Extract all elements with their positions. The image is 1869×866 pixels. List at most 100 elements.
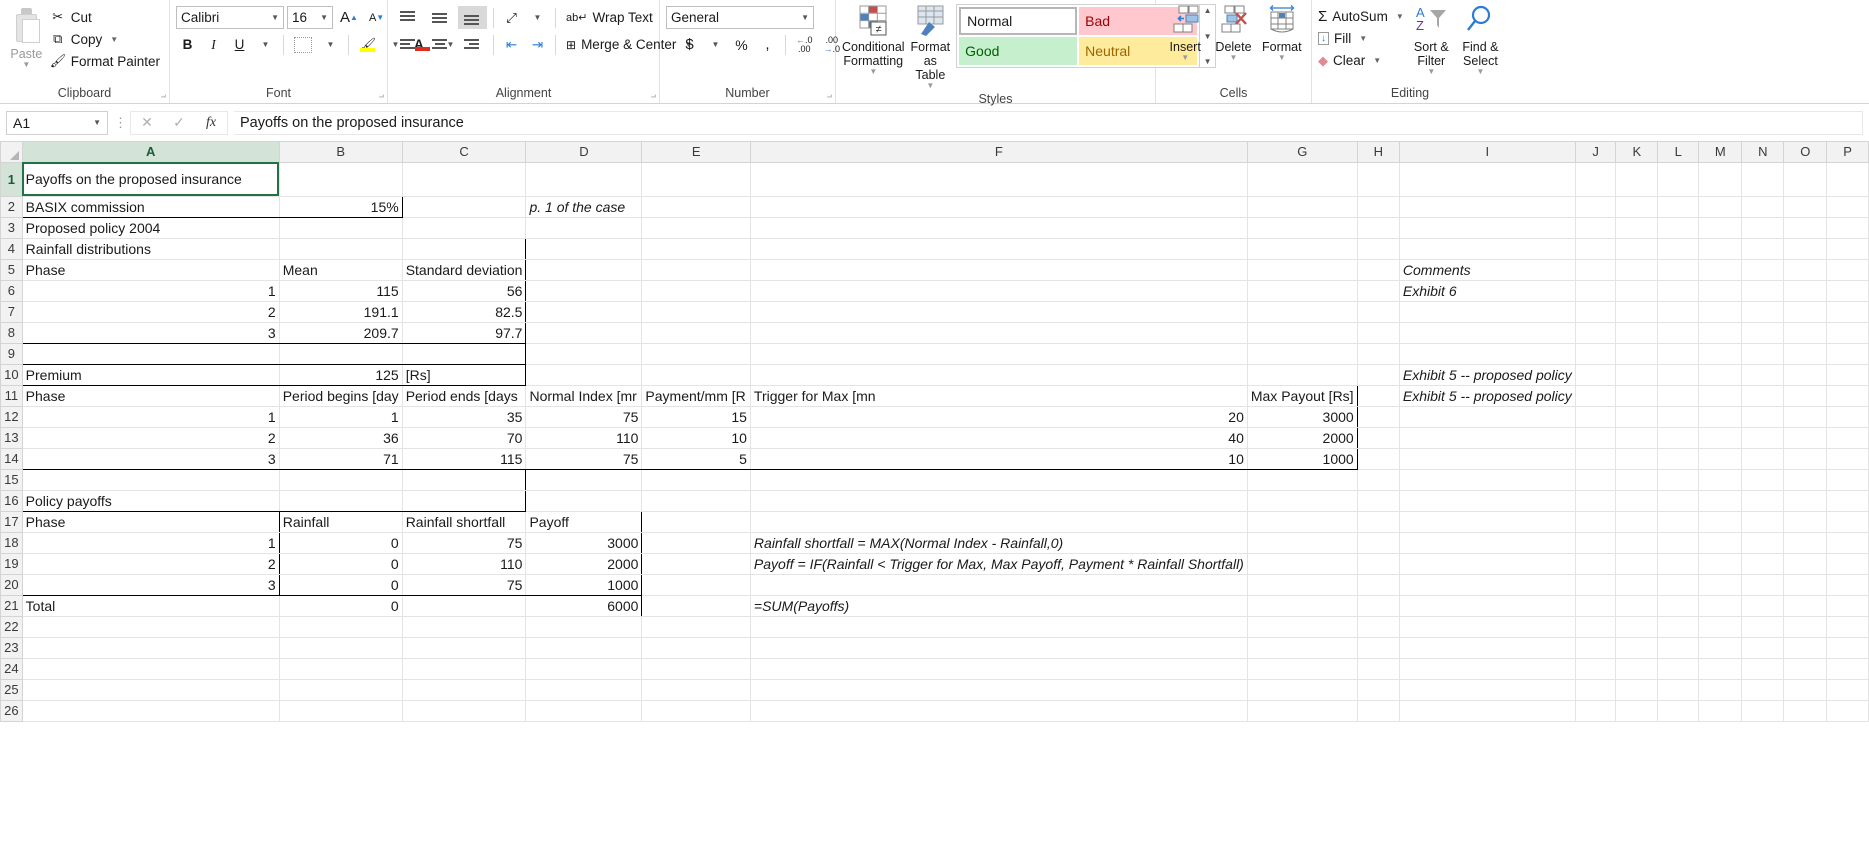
chevron-down-icon[interactable]: ▼ — [1278, 54, 1286, 62]
cell-K9[interactable] — [1615, 343, 1659, 365]
cell-L25[interactable] — [1657, 679, 1700, 701]
cell-B12[interactable]: 1 — [279, 406, 403, 428]
cell-I12[interactable] — [1399, 406, 1576, 428]
cell-K17[interactable] — [1615, 511, 1659, 533]
row-header-19[interactable]: 19 — [0, 552, 23, 575]
cell-O21[interactable] — [1783, 595, 1828, 617]
cell-C1[interactable] — [402, 162, 527, 197]
cell-D25[interactable] — [525, 679, 643, 701]
insert-cells-button[interactable]: Insert ▼ — [1162, 4, 1208, 62]
row-header-2[interactable]: 2 — [0, 195, 23, 218]
row-header-8[interactable]: 8 — [0, 321, 23, 344]
cell-P23[interactable] — [1826, 637, 1869, 659]
cell-P20[interactable] — [1826, 574, 1869, 596]
cell-P12[interactable] — [1826, 406, 1869, 428]
cell-J25[interactable] — [1575, 679, 1617, 701]
cell-H13[interactable] — [1357, 427, 1400, 449]
sort-and-filter-button[interactable]: A Z Sort & Filter ▼ — [1410, 4, 1453, 76]
cell-E14[interactable]: 5 — [641, 448, 751, 470]
cell-I1[interactable] — [1399, 162, 1576, 197]
cell-D23[interactable] — [525, 637, 643, 659]
cell-E25[interactable] — [641, 679, 751, 701]
orientation-chevron-down-icon[interactable]: ▼ — [526, 6, 549, 29]
cell-C15[interactable] — [402, 469, 527, 491]
cell-K13[interactable] — [1615, 427, 1659, 449]
cell-H17[interactable] — [1357, 511, 1400, 533]
font-size-combobox[interactable]: 16 ▼ — [287, 6, 333, 29]
cell-B26[interactable] — [279, 700, 403, 722]
delete-cells-button[interactable]: Delete ▼ — [1210, 4, 1256, 62]
cell-I9[interactable] — [1399, 343, 1576, 365]
cell-F24[interactable] — [750, 658, 1248, 680]
cell-H4[interactable] — [1357, 238, 1400, 260]
cell-style-normal[interactable]: Normal — [959, 7, 1078, 35]
cell-E1[interactable] — [641, 162, 751, 197]
row-header-15[interactable]: 15 — [0, 468, 23, 491]
cell-L22[interactable] — [1657, 616, 1700, 638]
cell-M9[interactable] — [1698, 343, 1743, 365]
cell-D9[interactable] — [525, 343, 643, 365]
cell-A26[interactable] — [22, 700, 280, 722]
row-header-9[interactable]: 9 — [0, 342, 23, 365]
cell-J1[interactable] — [1575, 162, 1617, 197]
cell-K2[interactable] — [1615, 196, 1659, 218]
column-header-E[interactable]: E — [641, 142, 751, 163]
row-header-17[interactable]: 17 — [0, 510, 23, 533]
cell-J3[interactable] — [1575, 217, 1617, 239]
cell-G18[interactable] — [1247, 532, 1358, 554]
cell-L17[interactable] — [1657, 511, 1700, 533]
format-painter-button[interactable]: 🖌 Format Painter — [47, 51, 163, 71]
clear-button[interactable]: ◆ Clear ▼ — [1318, 50, 1404, 71]
cell-D11[interactable]: Normal Index [mr — [525, 385, 643, 407]
cell-E19[interactable] — [641, 553, 751, 575]
cell-B14[interactable]: 71 — [279, 448, 403, 470]
row-header-13[interactable]: 13 — [0, 426, 23, 449]
cell-G14[interactable]: 1000 — [1247, 448, 1358, 470]
cell-O3[interactable] — [1783, 217, 1828, 239]
cell-L24[interactable] — [1657, 658, 1700, 680]
cell-D13[interactable]: 110 — [525, 427, 643, 449]
cell-O6[interactable] — [1783, 280, 1828, 302]
cell-H11[interactable] — [1357, 385, 1400, 407]
cell-C11[interactable]: Period ends [days — [402, 385, 527, 407]
cell-I21[interactable] — [1399, 595, 1576, 617]
paste-button[interactable]: Paste ▼ — [6, 4, 47, 69]
cell-E4[interactable] — [641, 238, 751, 260]
cell-F9[interactable] — [750, 343, 1248, 365]
cell-J19[interactable] — [1575, 553, 1617, 575]
find-and-select-button[interactable]: Find & Select ▼ — [1459, 4, 1502, 76]
cell-N18[interactable] — [1741, 532, 1785, 554]
cell-F12[interactable]: 20 — [750, 406, 1248, 428]
cell-N21[interactable] — [1741, 595, 1785, 617]
cell-F14[interactable]: 10 — [750, 448, 1248, 470]
cell-K10[interactable] — [1615, 364, 1659, 386]
cell-E15[interactable] — [641, 469, 751, 491]
cell-F8[interactable] — [750, 322, 1248, 344]
cut-button[interactable]: ✂ Cut — [47, 7, 163, 27]
orientation-button[interactable]: ⤢ — [500, 6, 523, 29]
middle-align-button[interactable] — [426, 6, 455, 29]
font-name-combobox[interactable]: Calibri ▼ — [176, 6, 284, 29]
cell-F22[interactable] — [750, 616, 1248, 638]
cell-I15[interactable] — [1399, 469, 1576, 491]
cell-K3[interactable] — [1615, 217, 1659, 239]
row-header-6[interactable]: 6 — [0, 279, 23, 302]
cell-P9[interactable] — [1826, 343, 1869, 365]
cell-K21[interactable] — [1615, 595, 1659, 617]
cell-C4[interactable] — [402, 237, 527, 260]
row-header-21[interactable]: 21 — [0, 594, 23, 617]
cell-E24[interactable] — [641, 658, 751, 680]
cell-L5[interactable] — [1657, 259, 1700, 281]
column-header-C[interactable]: C — [401, 142, 527, 163]
cell-L2[interactable] — [1657, 196, 1700, 218]
cell-L12[interactable] — [1657, 406, 1700, 428]
cell-I4[interactable] — [1399, 238, 1576, 260]
cell-F15[interactable] — [750, 469, 1248, 491]
cell-K16[interactable] — [1615, 490, 1659, 512]
accounting-format-button[interactable]: $ — [678, 33, 701, 56]
column-header-A[interactable]: A — [21, 142, 280, 163]
cell-N2[interactable] — [1741, 196, 1785, 218]
cell-B18[interactable]: 0 — [279, 532, 403, 554]
cell-G9[interactable] — [1247, 343, 1358, 365]
increase-font-size-button[interactable]: A ▲ — [336, 6, 362, 29]
